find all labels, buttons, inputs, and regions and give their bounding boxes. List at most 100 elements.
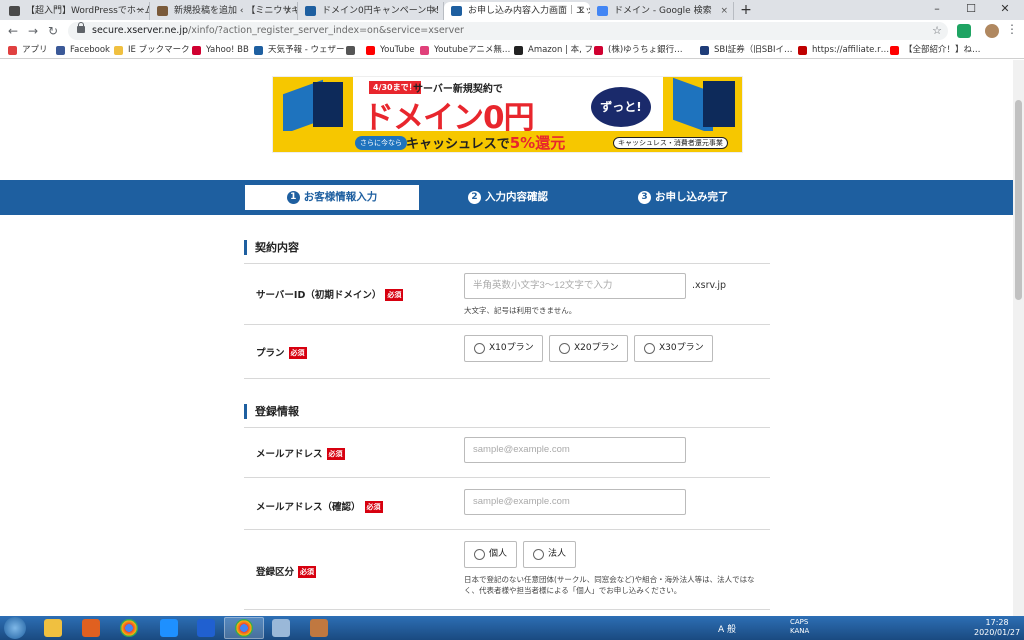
- toolbar: ← → ↻ secure.xserver.ne.jp/xinfo/?action…: [0, 20, 1024, 42]
- extension-icon[interactable]: [957, 24, 971, 38]
- close-tab-icon[interactable]: ×: [136, 2, 144, 20]
- email-confirm-label-text: メールアドレス（確認）: [256, 502, 361, 513]
- email-confirm-label: メールアドレス（確認） 必須: [256, 499, 383, 513]
- paint-icon[interactable]: [310, 619, 328, 637]
- url-host: secure.xserver.ne.jp: [92, 25, 188, 36]
- step-complete: 3 お申し込み完了: [638, 185, 729, 210]
- required-badge: 必須: [288, 347, 307, 359]
- taskbar: A 般 CAPS KANA 17:28 2020/01/27: [0, 616, 1024, 640]
- banner-cash-highlight: 5%還元: [509, 134, 566, 152]
- bookmark-item[interactable]: (株)ゆうちょ銀行…: [594, 44, 683, 57]
- plan-x20-radio[interactable]: X20プラン: [549, 335, 628, 362]
- close-tab-icon[interactable]: ×: [720, 2, 728, 20]
- banner-cash-prefix: キャッシュレスで: [406, 137, 510, 152]
- media-player-icon[interactable]: [82, 619, 100, 637]
- bookmark-icon: [700, 46, 709, 55]
- bookmark-icon: [890, 46, 899, 55]
- bookmark-label: IE ブックマーク: [128, 45, 190, 55]
- step-label: お客様情報入力: [303, 191, 378, 203]
- close-tab-icon[interactable]: ×: [284, 2, 292, 20]
- tab-favicon: [451, 6, 462, 16]
- browser-tab-active[interactable]: お申し込み内容入力画面｜エッ ×: [444, 2, 590, 20]
- bookmark-item[interactable]: アプリ: [8, 44, 48, 57]
- divider: [244, 427, 770, 428]
- lock-icon: [77, 22, 85, 33]
- caps-kana-indicator: CAPS KANA: [790, 618, 810, 635]
- ie-icon[interactable]: [160, 619, 178, 637]
- bookmark-item[interactable]: Facebook: [56, 44, 110, 57]
- bookmark-item[interactable]: 【全部紹介！】ね…: [890, 44, 981, 57]
- bookmark-item[interactable]: Amazon | 本, フ…: [514, 44, 602, 57]
- bookmark-icon: [514, 46, 523, 55]
- close-tab-icon[interactable]: ×: [430, 2, 438, 20]
- bookmark-star-icon[interactable]: ☆: [932, 24, 942, 37]
- maximize-button[interactable]: ☐: [954, 0, 988, 20]
- bookmark-label: Youtubeアニメ無…: [434, 45, 511, 55]
- plan-label: プラン 必須: [256, 345, 307, 359]
- bookmark-item[interactable]: IE ブックマーク: [114, 44, 190, 57]
- plan-x30-radio[interactable]: X30プラン: [634, 335, 713, 362]
- browser-tab[interactable]: ドメイン0円キャンペーン中！| ×: [298, 2, 444, 20]
- tab-label: ドメイン0円キャンペーン中！|: [322, 6, 444, 16]
- email-input[interactable]: sample@example.com: [464, 437, 686, 463]
- bookmark-item[interactable]: 天気予報 - ウェザー: [254, 44, 344, 57]
- server-id-input[interactable]: 半角英数小文字3～12文字で入力: [464, 273, 686, 299]
- start-button[interactable]: [4, 617, 26, 639]
- tab-label: 新規投稿を追加 ‹ 【ミニウサギ: [174, 6, 298, 16]
- clock[interactable]: 17:28 2020/01/27: [974, 618, 1020, 638]
- bookmark-item[interactable]: Yahoo! BB: [192, 44, 249, 57]
- radio-label: X20プラン: [574, 343, 619, 353]
- tab-favicon: [305, 6, 316, 16]
- page-scrollbar[interactable]: [1013, 60, 1024, 616]
- registration-type-label: 登録区分 必須: [256, 564, 317, 578]
- bookmark-icon: [56, 46, 65, 55]
- divider: [244, 477, 770, 478]
- browser-tab[interactable]: ドメイン - Google 検索 ×: [590, 2, 734, 20]
- menu-icon[interactable]: ⋮: [1006, 22, 1018, 36]
- tab-favicon: [597, 6, 608, 16]
- radio-circle-icon: [559, 343, 570, 354]
- divider: [244, 324, 770, 325]
- email-label: メールアドレス 必須: [256, 446, 345, 460]
- close-tab-icon[interactable]: ×: [577, 2, 585, 20]
- browser-tab[interactable]: 【超入門】WordPressでホーム ×: [2, 2, 150, 20]
- clock-time: 17:28: [985, 618, 1009, 627]
- minimize-button[interactable]: –: [920, 0, 954, 20]
- ime-indicator[interactable]: A 般: [718, 622, 736, 635]
- bookmark-item[interactable]: YouTube: [366, 44, 415, 57]
- profile-avatar[interactable]: [985, 24, 999, 38]
- address-bar[interactable]: secure.xserver.ne.jp/xinfo/?action_regis…: [68, 22, 948, 40]
- email-confirm-input[interactable]: sample@example.com: [464, 489, 686, 515]
- bookmark-item[interactable]: SBI証券（旧SBIイ…: [700, 44, 792, 57]
- bookmark-item[interactable]: https://affiliate.r…: [798, 44, 889, 57]
- reload-icon[interactable]: ↻: [44, 22, 62, 40]
- radio-label: 個人: [489, 549, 508, 559]
- new-tab-button[interactable]: +: [738, 2, 754, 18]
- bookmark-item[interactable]: Youtubeアニメ無…: [420, 44, 510, 57]
- forward-icon[interactable]: →: [24, 22, 42, 40]
- registration-type-note: 日本で登記のない任意団体(サークル、同窓会など)や組合・海外法人等は、法人ではな…: [464, 575, 755, 595]
- campaign-banner[interactable]: 4/30まで！ サーバー新規契約で ドメイン0円 ずっと! さらに今なら キャッ…: [272, 76, 743, 153]
- bookmark-item[interactable]: [346, 44, 360, 57]
- scroll-thumb[interactable]: [1015, 100, 1022, 300]
- tab-strip: 【超入門】WordPressでホーム × 新規投稿を追加 ‹ 【ミニウサギ × …: [0, 0, 1024, 20]
- bookmark-label: SBI証券（旧SBIイ…: [714, 45, 793, 55]
- plan-x10-radio[interactable]: X10プラン: [464, 335, 543, 362]
- bluetooth-icon[interactable]: [197, 619, 215, 637]
- progress-steps: 1 お客様情報入力 2 入力内容確認 3 お申し込み完了: [0, 180, 1013, 215]
- chrome-icon[interactable]: [120, 619, 138, 637]
- close-window-button[interactable]: ✕: [988, 0, 1022, 20]
- tab-label: ドメイン - Google 検索: [614, 6, 712, 16]
- page-content: 4/30まで！ サーバー新規契約で ドメイン0円 ずっと! さらに今なら キャッ…: [0, 60, 1013, 616]
- divider: [244, 263, 770, 264]
- step-customer-info: 1 お客様情報入力: [245, 185, 419, 210]
- banner-decor: [313, 82, 343, 127]
- banner-badge: ずっと!: [591, 87, 651, 127]
- browser-tab[interactable]: 新規投稿を追加 ‹ 【ミニウサギ ×: [150, 2, 298, 20]
- type-individual-radio[interactable]: 個人: [464, 541, 517, 568]
- explorer-icon[interactable]: [44, 619, 62, 637]
- back-icon[interactable]: ←: [4, 22, 22, 40]
- required-badge: 必須: [326, 448, 345, 460]
- image-viewer-icon[interactable]: [272, 619, 290, 637]
- type-corporate-radio[interactable]: 法人: [523, 541, 576, 568]
